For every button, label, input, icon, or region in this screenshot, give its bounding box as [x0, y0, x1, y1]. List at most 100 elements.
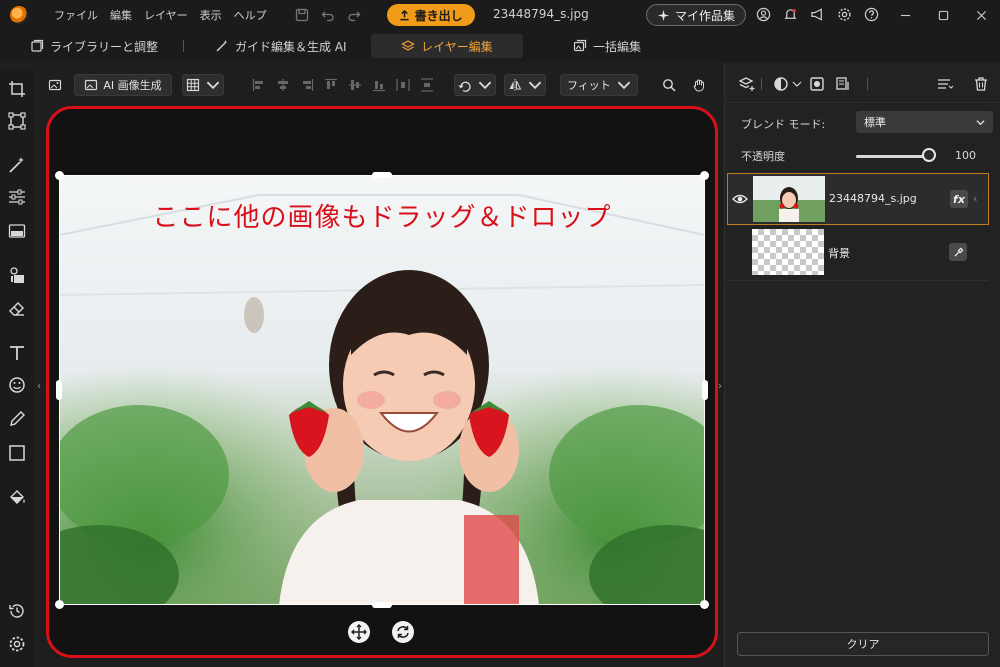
menu-help[interactable]: ヘルプ	[234, 7, 267, 23]
align-left-icon[interactable]	[250, 74, 268, 96]
align-center-h-icon[interactable]	[274, 74, 292, 96]
fx-effects-button[interactable]: fx	[950, 190, 968, 208]
chevron-down-icon[interactable]	[789, 76, 802, 92]
menu-view[interactable]: 表示	[200, 7, 222, 23]
layer-options-icon[interactable]	[937, 76, 954, 92]
ai-image-generate-button[interactable]: AI 画像生成	[74, 74, 172, 96]
transform-icon[interactable]	[8, 112, 26, 130]
title-bar: ファイル 編集 レイヤー 表示 ヘルプ 書き出し 23448794_s.jpg …	[0, 0, 1000, 30]
clear-button[interactable]: クリア	[737, 632, 989, 656]
resize-handle-bottom[interactable]	[372, 602, 392, 608]
megaphone-icon[interactable]	[810, 7, 825, 22]
layer-item-photo[interactable]: 23448794_s.jpg fx ‹	[727, 173, 989, 225]
clone-stamp-icon[interactable]	[8, 266, 26, 284]
notification-bell-icon[interactable]	[783, 7, 798, 22]
zoom-search-icon[interactable]	[658, 74, 680, 96]
export-button[interactable]: 書き出し	[386, 4, 475, 26]
move-icon[interactable]	[348, 621, 370, 643]
zoom-fit-select[interactable]: フィット	[560, 74, 638, 96]
menu-edit[interactable]: 編集	[110, 7, 132, 23]
grid-icon	[186, 78, 200, 92]
canvas-area: ‹ › ここに他の画像もドラッグ＆ドロップ	[34, 102, 724, 667]
close-button[interactable]	[962, 0, 1000, 30]
menu-layer[interactable]: レイヤー	[144, 7, 188, 23]
account-icon[interactable]	[756, 7, 771, 22]
flip-dropdown[interactable]	[504, 74, 546, 96]
mode-tabs: ライブラリーと調整 ガイド編集＆生成 AI レイヤー編集 一括編集	[0, 30, 1000, 62]
adjustment-layer-icon[interactable]	[773, 76, 789, 92]
chevron-left-icon[interactable]: ‹	[973, 192, 977, 205]
eyedropper-icon[interactable]	[949, 243, 967, 261]
sticker-icon[interactable]	[8, 376, 26, 394]
history-icon[interactable]	[8, 602, 26, 620]
mask-icon[interactable]	[809, 76, 825, 92]
chevron-down-icon	[528, 81, 542, 90]
resize-handle-right[interactable]	[702, 380, 708, 400]
collapse-left-icon[interactable]: ‹	[34, 372, 44, 400]
magic-wand-tool-icon[interactable]	[8, 156, 26, 174]
resize-handle-left[interactable]	[56, 380, 62, 400]
align-top-icon[interactable]	[322, 74, 340, 96]
text-tool-icon[interactable]	[8, 344, 26, 362]
menu-file[interactable]: ファイル	[54, 7, 98, 23]
resize-handle-top[interactable]	[372, 172, 392, 178]
crop-icon[interactable]	[8, 80, 26, 98]
align-right-icon[interactable]	[298, 74, 316, 96]
rotate-refresh-icon[interactable]	[392, 621, 414, 643]
blend-mode-label: ブレンド モード:	[741, 118, 826, 131]
resize-handle-top-left[interactable]	[55, 171, 64, 180]
gradient-icon[interactable]	[8, 222, 26, 240]
resize-handle-bottom-left[interactable]	[55, 600, 64, 609]
add-layer-icon[interactable]	[738, 76, 755, 92]
paint-bucket-icon[interactable]	[8, 488, 26, 506]
merge-layers-icon[interactable]	[835, 76, 851, 92]
tab-batch-edit[interactable]: 一括編集	[573, 34, 641, 58]
left-toolbar	[0, 70, 34, 667]
my-works-button[interactable]: マイ作品集	[646, 4, 746, 26]
settings-gear-icon[interactable]	[8, 635, 26, 653]
opacity-slider-track[interactable]	[856, 155, 932, 158]
pencil-icon[interactable]	[8, 410, 26, 428]
tab-guided-edit-ai[interactable]: ガイド編集＆生成 AI	[215, 34, 347, 58]
adjust-sliders-icon[interactable]	[8, 188, 26, 206]
save-icon[interactable]	[295, 8, 309, 22]
grid-toggle[interactable]	[182, 74, 224, 96]
library-icon	[31, 39, 44, 52]
blend-mode-select[interactable]: 標準	[856, 111, 993, 133]
import-image-icon[interactable]	[44, 74, 66, 96]
maximize-button[interactable]	[924, 0, 962, 30]
tab-library[interactable]: ライブラリーと調整	[30, 34, 158, 58]
hand-pan-icon[interactable]	[688, 74, 710, 96]
distribute-h-icon[interactable]	[394, 74, 412, 96]
redo-icon[interactable]	[347, 8, 361, 22]
undo-icon[interactable]	[321, 8, 335, 22]
tab-layer-edit[interactable]: レイヤー編集	[371, 34, 523, 58]
help-icon[interactable]	[864, 7, 879, 22]
align-middle-v-icon[interactable]	[346, 74, 364, 96]
align-bottom-icon[interactable]	[370, 74, 388, 96]
layers-panel: ブレンド モード: 標準 不透明度 100 23448794_s.jpg fx …	[724, 62, 1000, 667]
layer-thumbnail-transparent	[752, 229, 824, 275]
layer-photo[interactable]: ここに他の画像もドラッグ＆ドロップ	[59, 175, 705, 605]
opacity-slider-thumb[interactable]	[922, 148, 936, 162]
drop-zone-frame[interactable]: ここに他の画像もドラッグ＆ドロップ	[46, 106, 718, 658]
layer-item-background[interactable]: 背景	[727, 227, 989, 279]
chevron-down-icon	[206, 81, 220, 90]
opacity-label: 不透明度	[741, 150, 785, 163]
delete-layer-icon[interactable]	[973, 76, 989, 92]
layers-icon	[401, 40, 415, 51]
flip-icon	[509, 79, 522, 91]
layer-name: 背景	[828, 247, 850, 260]
minimize-button[interactable]	[886, 0, 924, 30]
rotate-dropdown[interactable]	[454, 74, 496, 96]
resize-handle-top-right[interactable]	[700, 171, 709, 180]
gear-icon[interactable]	[837, 7, 852, 22]
eraser-icon[interactable]	[8, 300, 26, 318]
chevron-down-icon	[478, 81, 492, 90]
distribute-v-icon[interactable]	[418, 74, 436, 96]
resize-handle-bottom-right[interactable]	[700, 600, 709, 609]
eye-visibility-icon[interactable]	[732, 192, 748, 206]
upload-icon	[400, 9, 409, 20]
rectangle-shape-icon[interactable]	[8, 444, 26, 462]
rotate-icon	[458, 81, 471, 92]
